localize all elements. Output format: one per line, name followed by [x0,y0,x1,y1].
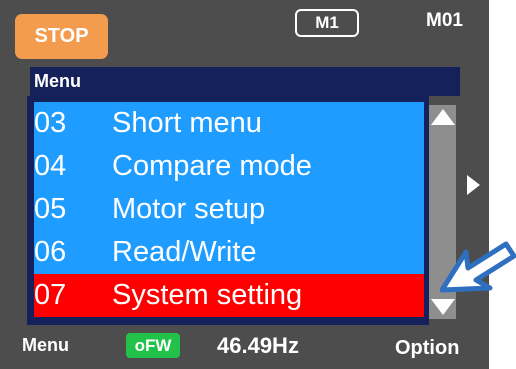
mode-code: M01 [426,10,463,31]
triangle-right-icon[interactable] [467,175,480,195]
menu-list: 03 Short menu 04 Compare mode 05 Motor s… [34,102,424,318]
direction-badge: oFW [126,333,180,358]
callout-arrow-icon [440,241,516,293]
menu-item-label: System setting [112,279,303,311]
menu-item-compare-mode[interactable]: 04 Compare mode [34,145,424,188]
menu-item-number: 06 [34,236,67,268]
menu-item-number: 04 [34,150,67,182]
motor-indicator: M1 [295,9,359,37]
menu-item-label: Compare mode [112,150,312,182]
menu-item-label: Motor setup [112,193,266,225]
menu-item-label: Read/Write [112,236,257,268]
menu-item-motor-setup[interactable]: 05 Motor setup [34,188,424,231]
menu-title: Menu [30,67,460,96]
triangle-up-icon[interactable] [429,107,456,127]
frequency-readout: 46.49Hz [217,333,299,358]
menu-item-label: Short menu [112,107,262,139]
drive-display-screen: STOP M1 M01 Menu 03 Short menu 04 Compar… [0,0,489,369]
menu-item-read-write[interactable]: 06 Read/Write [34,231,424,274]
softkey-menu[interactable]: Menu [22,335,69,356]
menu-item-number: 03 [34,107,67,139]
softkey-option[interactable]: Option [395,337,459,360]
menu-item-short-menu[interactable]: 03 Short menu [34,102,424,145]
menu-item-number: 05 [34,193,67,225]
status-badge: STOP [15,14,108,59]
menu-item-number: 07 [34,279,67,311]
menu-item-system-setting[interactable]: 07 System setting [34,274,424,317]
